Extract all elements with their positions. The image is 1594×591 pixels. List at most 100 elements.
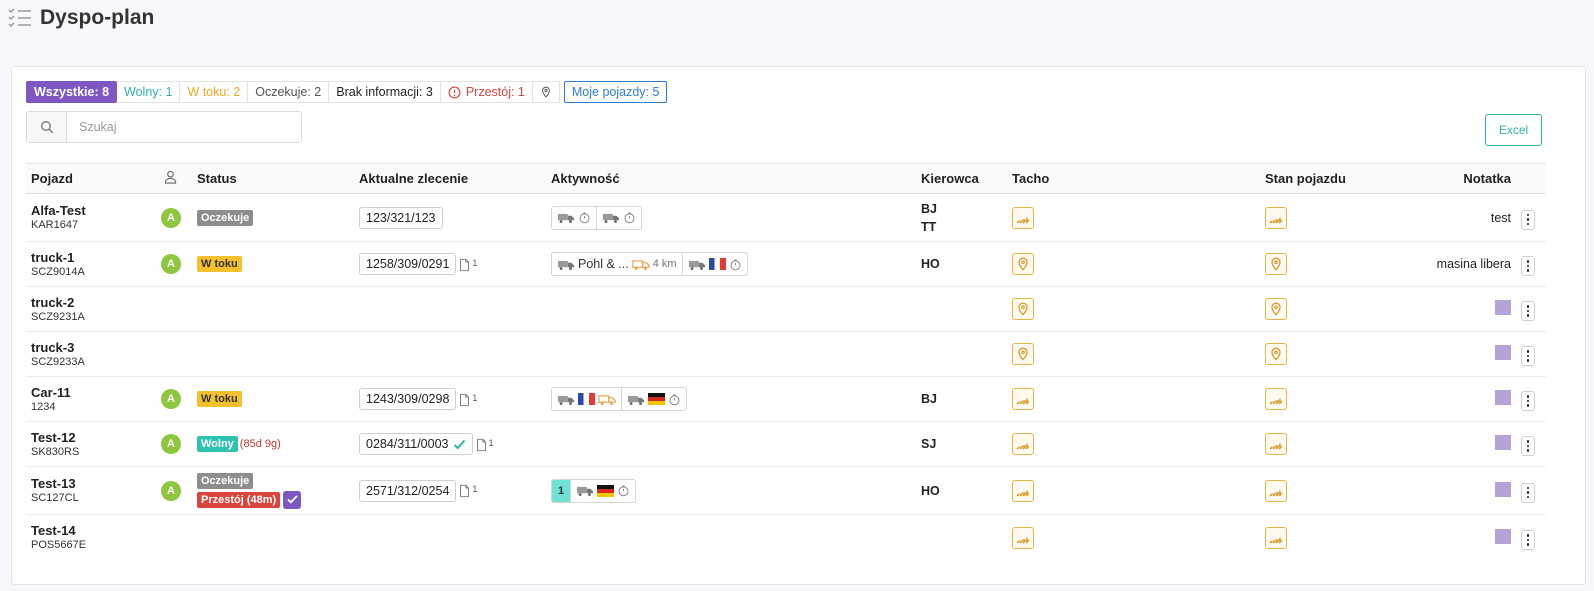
table-row[interactable]: Car-11 1234 A W toku 1243/309/0298 1 BJ: [26, 377, 1546, 422]
vehicle-state-location-icon[interactable]: [1265, 343, 1287, 365]
tacho-signal-icon[interactable]: [1012, 206, 1034, 229]
order-number[interactable]: 0284/311/0003: [359, 433, 473, 455]
vehicle-name[interactable]: Test-13: [31, 476, 151, 491]
vehicle-state-signal-icon[interactable]: [1265, 479, 1287, 502]
check-icon[interactable]: [283, 490, 302, 509]
table-row[interactable]: Test-14 POS5667E: [26, 515, 1546, 561]
kebab-menu-icon[interactable]: [1521, 346, 1535, 367]
kebab-menu-icon[interactable]: [1521, 209, 1535, 230]
page-header: Dyspo-plan: [8, 4, 154, 32]
col-order[interactable]: Aktualne zlecenie: [354, 164, 546, 194]
driver-code: HO: [921, 257, 940, 271]
vehicle-name[interactable]: truck-2: [31, 295, 151, 310]
tacho-location-icon[interactable]: [1012, 343, 1034, 365]
activity-box[interactable]: Pohl & ... 4 km: [551, 252, 748, 276]
table-row[interactable]: Test-12 SK830RS A Wolny (85d 9g) 0284/311/…: [26, 422, 1546, 467]
user-icon: [164, 170, 177, 184]
search-input[interactable]: [67, 112, 301, 142]
tacho-location-icon[interactable]: [1012, 298, 1034, 320]
table-row[interactable]: truck-3 SCZ9233A: [26, 332, 1546, 377]
search-icon[interactable]: [27, 112, 67, 142]
note-color-marker[interactable]: [1495, 528, 1511, 544]
filter-free[interactable]: Wolny: 1: [117, 81, 181, 103]
vehicle-state-location-icon[interactable]: [1265, 253, 1287, 275]
vehicle-name[interactable]: truck-3: [31, 340, 151, 355]
vehicle-state-signal-icon[interactable]: [1265, 206, 1287, 229]
table-row[interactable]: Test-13 SC127CL A Oczekuje Przestój (48m)…: [26, 467, 1546, 515]
truck-icon: [688, 258, 706, 271]
vehicle-name[interactable]: Test-14: [31, 523, 151, 538]
activity-company: Pohl & ...: [578, 257, 629, 271]
vehicle-name[interactable]: truck-1: [31, 250, 151, 265]
excel-export-button[interactable]: Excel: [1485, 114, 1542, 146]
note-color-marker[interactable]: [1495, 300, 1511, 315]
truck-icon: [602, 211, 620, 224]
vehicle-state-signal-icon[interactable]: [1265, 433, 1287, 455]
kebab-menu-icon[interactable]: [1521, 436, 1535, 457]
order-number[interactable]: 1258/309/0291: [359, 253, 457, 275]
vehicle-plate: SCZ9233A: [31, 355, 85, 368]
order-number[interactable]: 1243/309/0298: [359, 388, 457, 410]
vehicle-name[interactable]: Test-12: [31, 430, 151, 445]
vehicle-state-signal-icon[interactable]: [1265, 526, 1287, 549]
document-icon[interactable]: 1: [476, 438, 494, 452]
location-pin-icon: [542, 86, 550, 98]
vehicle-state-location-icon[interactable]: [1265, 298, 1287, 320]
activity-box[interactable]: 1: [551, 478, 637, 503]
col-note[interactable]: Notatka: [1420, 164, 1516, 194]
vehicle-plate: 1234: [31, 400, 56, 413]
col-status[interactable]: Status: [192, 164, 354, 194]
tacho-signal-icon[interactable]: [1012, 433, 1034, 455]
tacho-signal-icon[interactable]: [1012, 526, 1034, 549]
filter-idle[interactable]: Przestój: 1: [440, 81, 533, 103]
filter-no-info[interactable]: Brak informacji: 3: [329, 81, 441, 103]
filter-waiting[interactable]: Oczekuje: 2: [248, 81, 330, 103]
kebab-menu-icon[interactable]: [1521, 482, 1535, 503]
document-icon[interactable]: 1: [459, 258, 477, 272]
col-vehicle-state[interactable]: Stan pojazdu: [1260, 164, 1420, 194]
col-driver[interactable]: Kierowca: [916, 164, 1007, 194]
filter-in-progress[interactable]: W toku: 2: [180, 81, 249, 103]
order-number-text: 0284/311/0003: [366, 437, 449, 451]
tacho-signal-icon[interactable]: [1012, 388, 1034, 410]
document-count: 1: [488, 437, 494, 448]
truck-moving-icon: [632, 258, 650, 271]
note-color-marker[interactable]: [1495, 345, 1511, 360]
order-number[interactable]: 2571/312/0254: [359, 479, 457, 502]
vehicle-state-signal-icon[interactable]: [1265, 388, 1287, 410]
document-icon[interactable]: 1: [459, 393, 477, 407]
vehicle-plate: POS5667E: [31, 539, 87, 552]
note-text: test: [1490, 210, 1511, 225]
table-row[interactable]: truck-1 SCZ9014A A W toku 1258/309/0291 1 …: [26, 242, 1546, 287]
tacho-location-icon[interactable]: [1012, 253, 1034, 275]
table-row[interactable]: Alfa-Test KAR1647 A Oczekuje 123/321/123 …: [26, 194, 1546, 242]
alert-icon: [448, 86, 461, 98]
kebab-menu-icon[interactable]: [1521, 529, 1535, 550]
kebab-menu-icon[interactable]: [1521, 391, 1535, 412]
truck-icon: [557, 211, 575, 224]
kebab-menu-icon[interactable]: [1521, 256, 1535, 277]
note-color-marker[interactable]: [1495, 435, 1511, 450]
page-title: Dyspo-plan: [40, 6, 155, 29]
table-row[interactable]: truck-2 SCZ9231A: [26, 287, 1546, 332]
activity-box[interactable]: [551, 387, 687, 411]
filter-location[interactable]: [532, 81, 560, 103]
col-activity[interactable]: Aktywność: [546, 164, 916, 194]
avatar: A: [161, 207, 181, 228]
col-tacho[interactable]: Tacho: [1007, 164, 1260, 194]
vehicle-name[interactable]: Alfa-Test: [31, 203, 151, 218]
driver-code: BJ: [921, 392, 937, 406]
vehicle-name[interactable]: Car-11: [31, 385, 151, 400]
filter-my-vehicles[interactable]: Moje pojazdy: 5: [563, 81, 668, 103]
status-duration: (85d 9g): [239, 438, 281, 450]
filter-all[interactable]: Wszystkie: 8: [26, 81, 118, 103]
note-color-marker[interactable]: [1495, 481, 1511, 497]
order-number[interactable]: 123/321/123: [359, 206, 443, 229]
activity-box[interactable]: [551, 205, 642, 230]
document-icon[interactable]: 1: [459, 484, 477, 498]
note-color-marker[interactable]: [1495, 390, 1511, 405]
kebab-menu-icon[interactable]: [1521, 301, 1535, 322]
status-badge: Oczekuje: [197, 209, 254, 226]
col-vehicle[interactable]: Pojazd: [26, 164, 156, 194]
tacho-signal-icon[interactable]: [1012, 479, 1034, 502]
